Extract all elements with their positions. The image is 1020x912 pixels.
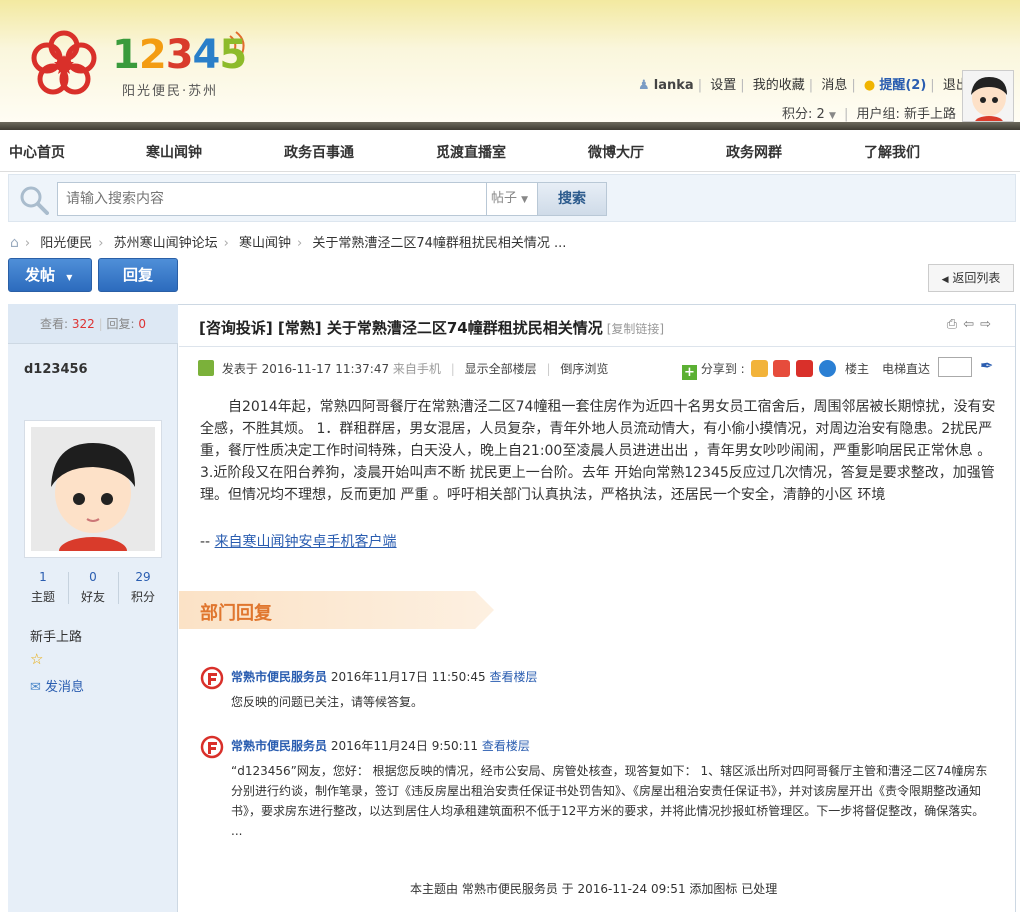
star-icon: ☆ (30, 650, 44, 668)
user-icon: ♟ (638, 78, 650, 93)
caret-down-icon: ▼ (828, 111, 836, 121)
logo-number: 12345 (112, 32, 247, 78)
avatar-boy-icon (963, 71, 1013, 121)
reply-time: 2016年11月24日 9:50:11 (330, 739, 478, 753)
next-thread-icon[interactable]: ⇨ (980, 317, 997, 332)
main-nav: 中心首页 寒山闻钟 政务百事通 觅渡直播室 微博大厅 政务网群 了解我们 (0, 130, 1020, 172)
reply-header: 常熟市便民服务员 2016年11月17日 11:50:45 查看楼层 (231, 668, 537, 685)
online-user-icon (198, 360, 214, 376)
nav-gov-group[interactable]: 政务网群 (726, 142, 782, 162)
stat-topics[interactable]: 1 主题 (18, 570, 68, 605)
new-post-button[interactable]: 发帖 ▼ (8, 258, 92, 292)
from-mobile: 来自手机 (392, 362, 441, 376)
weibo-icon[interactable] (773, 360, 791, 377)
user-points-bar: 积分: 2 ▼ | 用户组: 新手上路 (782, 107, 957, 122)
reminder-link[interactable]: 提醒(2) (879, 78, 926, 93)
bulb-icon: ● (863, 78, 876, 93)
view-floor-link[interactable]: 查看楼层 (489, 670, 537, 684)
post-title: [咨询投诉] [常熟] 关于常熟漕泾二区74幢群租扰民相关情况 [复制链接] (199, 319, 665, 337)
dept-reply-title: 部门回复 (200, 603, 272, 624)
plus-icon[interactable]: + (682, 365, 697, 380)
user-group-text: 用户组: 新手上路 (856, 107, 957, 122)
post-time: 发表于 2016-11-17 11:37:47 (221, 362, 390, 376)
author-name[interactable]: d123456 (24, 362, 88, 377)
post-title-bar: [咨询投诉] [常熟] 关于常熟漕泾二区74幢群租扰民相关情况 [复制链接] ⎙⇦… (179, 305, 1015, 347)
post-source: -- 来自寒山闻钟安卓手机客户端 (200, 534, 397, 550)
nav-hanshan[interactable]: 寒山闻钟 (146, 142, 202, 162)
logo-subtitle: 阳光便民·苏州 (122, 84, 219, 99)
share-bar: + 分享到 : (682, 360, 836, 380)
view-reply-stats: 查看: 322 | 回复: 0 (8, 304, 178, 344)
favorites-link[interactable]: 我的收藏 (753, 78, 805, 93)
points-dropdown[interactable]: 积分: 2 ▼ (782, 107, 836, 122)
copy-link[interactable]: [复制链接] (607, 322, 664, 336)
prev-thread-icon[interactable]: ⇦ (963, 317, 980, 332)
search-type-select[interactable]: 帖子 ▼ (486, 182, 538, 216)
title-tools: ⎙⇦⇨ (947, 317, 997, 332)
service-logo-icon (200, 666, 224, 690)
mobile-client-link[interactable]: 来自寒山闻钟安卓手机客户端 (215, 534, 397, 550)
reverse-order-link[interactable]: 倒序浏览 (560, 362, 608, 376)
header-divider (0, 122, 1020, 130)
nav-weibo[interactable]: 微博大厅 (588, 142, 644, 162)
qzone-icon[interactable] (750, 360, 768, 377)
nav-affairs[interactable]: 政务百事通 (284, 142, 354, 162)
show-all-floors-link[interactable]: 显示全部楼层 (465, 362, 537, 376)
home-icon[interactable]: ⌂ (10, 235, 19, 251)
search-bar: 帖子 ▼ 搜索 (8, 174, 1016, 222)
search-button[interactable]: 搜索 (537, 182, 607, 216)
reply-org[interactable]: 常熟市便民服务员 (231, 670, 327, 684)
elevator-label: 电梯直达 (882, 362, 931, 376)
reply-header: 常熟市便民服务员 2016年11月24日 9:50:11 查看楼层 (231, 737, 530, 754)
breadcrumb-item[interactable]: 阳光便民 (40, 236, 92, 251)
search-icon (20, 186, 49, 215)
post-meta: 发表于 2016-11-17 11:37:47 来自手机 | 显示全部楼层 | … (198, 356, 998, 382)
messages-link[interactable]: 消息 (821, 78, 847, 93)
site-header: 12345 阳光便民·苏州 ♟ lanka | 设置 | 我的收藏 | 消息 | ● 提… (0, 0, 1020, 122)
mail-icon: ✉ (30, 680, 41, 695)
reply-org[interactable]: 常熟市便民服务员 (231, 739, 327, 753)
send-message-link[interactable]: ✉ 发消息 (30, 676, 84, 695)
avatar-boy-icon (31, 427, 155, 565)
user-toolbar: ♟ lanka | 设置 | 我的收藏 | 消息 | ● 提醒(2) | 退出 (638, 78, 969, 93)
author-stats: 1 主题 0 好友 29 积分 (18, 570, 168, 610)
view-floor-link[interactable]: 查看楼层 (482, 739, 530, 753)
header-avatar[interactable] (962, 70, 1014, 122)
caret-down-icon: ▼ (521, 195, 529, 205)
reply-body: “d123456”网友，您好： 根据您反映的情况，经市公安局、房管处核查，现答复… (231, 764, 988, 838)
settings-link[interactable]: 设置 (710, 78, 736, 93)
author-avatar[interactable] (24, 420, 162, 565)
reply-button[interactable]: 回复 (98, 258, 178, 292)
breadcrumb-current[interactable]: 关于常熟漕泾二区74幢群租扰民相关情况 ... (312, 236, 566, 251)
post-content: 自2014年起，常熟四阿哥餐厅在常熟漕泾二区74幢租一套住房作为近四十名男女员工… (200, 399, 996, 503)
author-group[interactable]: 新手上路 (30, 626, 82, 645)
stat-points[interactable]: 29 积分 (118, 570, 168, 605)
caret-down-icon: ▼ (66, 273, 73, 282)
stat-friends[interactable]: 0 好友 (68, 570, 118, 605)
floor-label: 楼主 (845, 362, 870, 376)
pen-icon[interactable]: ✒ (980, 356, 993, 375)
print-icon[interactable]: ⎙ (947, 317, 963, 332)
back-to-list-button[interactable]: ◀ 返回列表 (928, 264, 1014, 292)
author-sidebar: 查看: 322 | 回复: 0 d123456 1 主题 0 好友 29 积分 新手上… (8, 304, 178, 912)
reply-time: 2016年11月17日 11:50:45 (330, 670, 486, 684)
chevron-left-icon: ◀ (941, 275, 949, 285)
elevator-input[interactable] (938, 357, 972, 377)
service-logo-icon (200, 735, 224, 759)
nav-about[interactable]: 了解我们 (864, 142, 920, 162)
breadcrumb-item[interactable]: 寒山闻钟 (239, 236, 291, 251)
renren-icon[interactable] (819, 360, 836, 377)
breadcrumb: ⌂ › 阳光便民 › 苏州寒山闻钟论坛 › 寒山闻钟 › 关于常熟漕泾二区74幢群租扰民… (10, 235, 567, 251)
tencent-weibo-icon[interactable] (796, 360, 814, 377)
thread-status-note: 本主题由 常熟市便民服务员 于 2016-11-24 09:51 添加图标 已处… (410, 882, 778, 896)
breadcrumb-item[interactable]: 苏州寒山闻钟论坛 (114, 236, 218, 251)
reply-body: 您反映的问题已关注，请等候答复。 (231, 695, 424, 709)
nav-home[interactable]: 中心首页 (9, 142, 65, 162)
nav-live[interactable]: 觅渡直播室 (436, 142, 506, 162)
search-input[interactable] (57, 182, 487, 216)
user-name-link[interactable]: lanka (654, 78, 694, 93)
